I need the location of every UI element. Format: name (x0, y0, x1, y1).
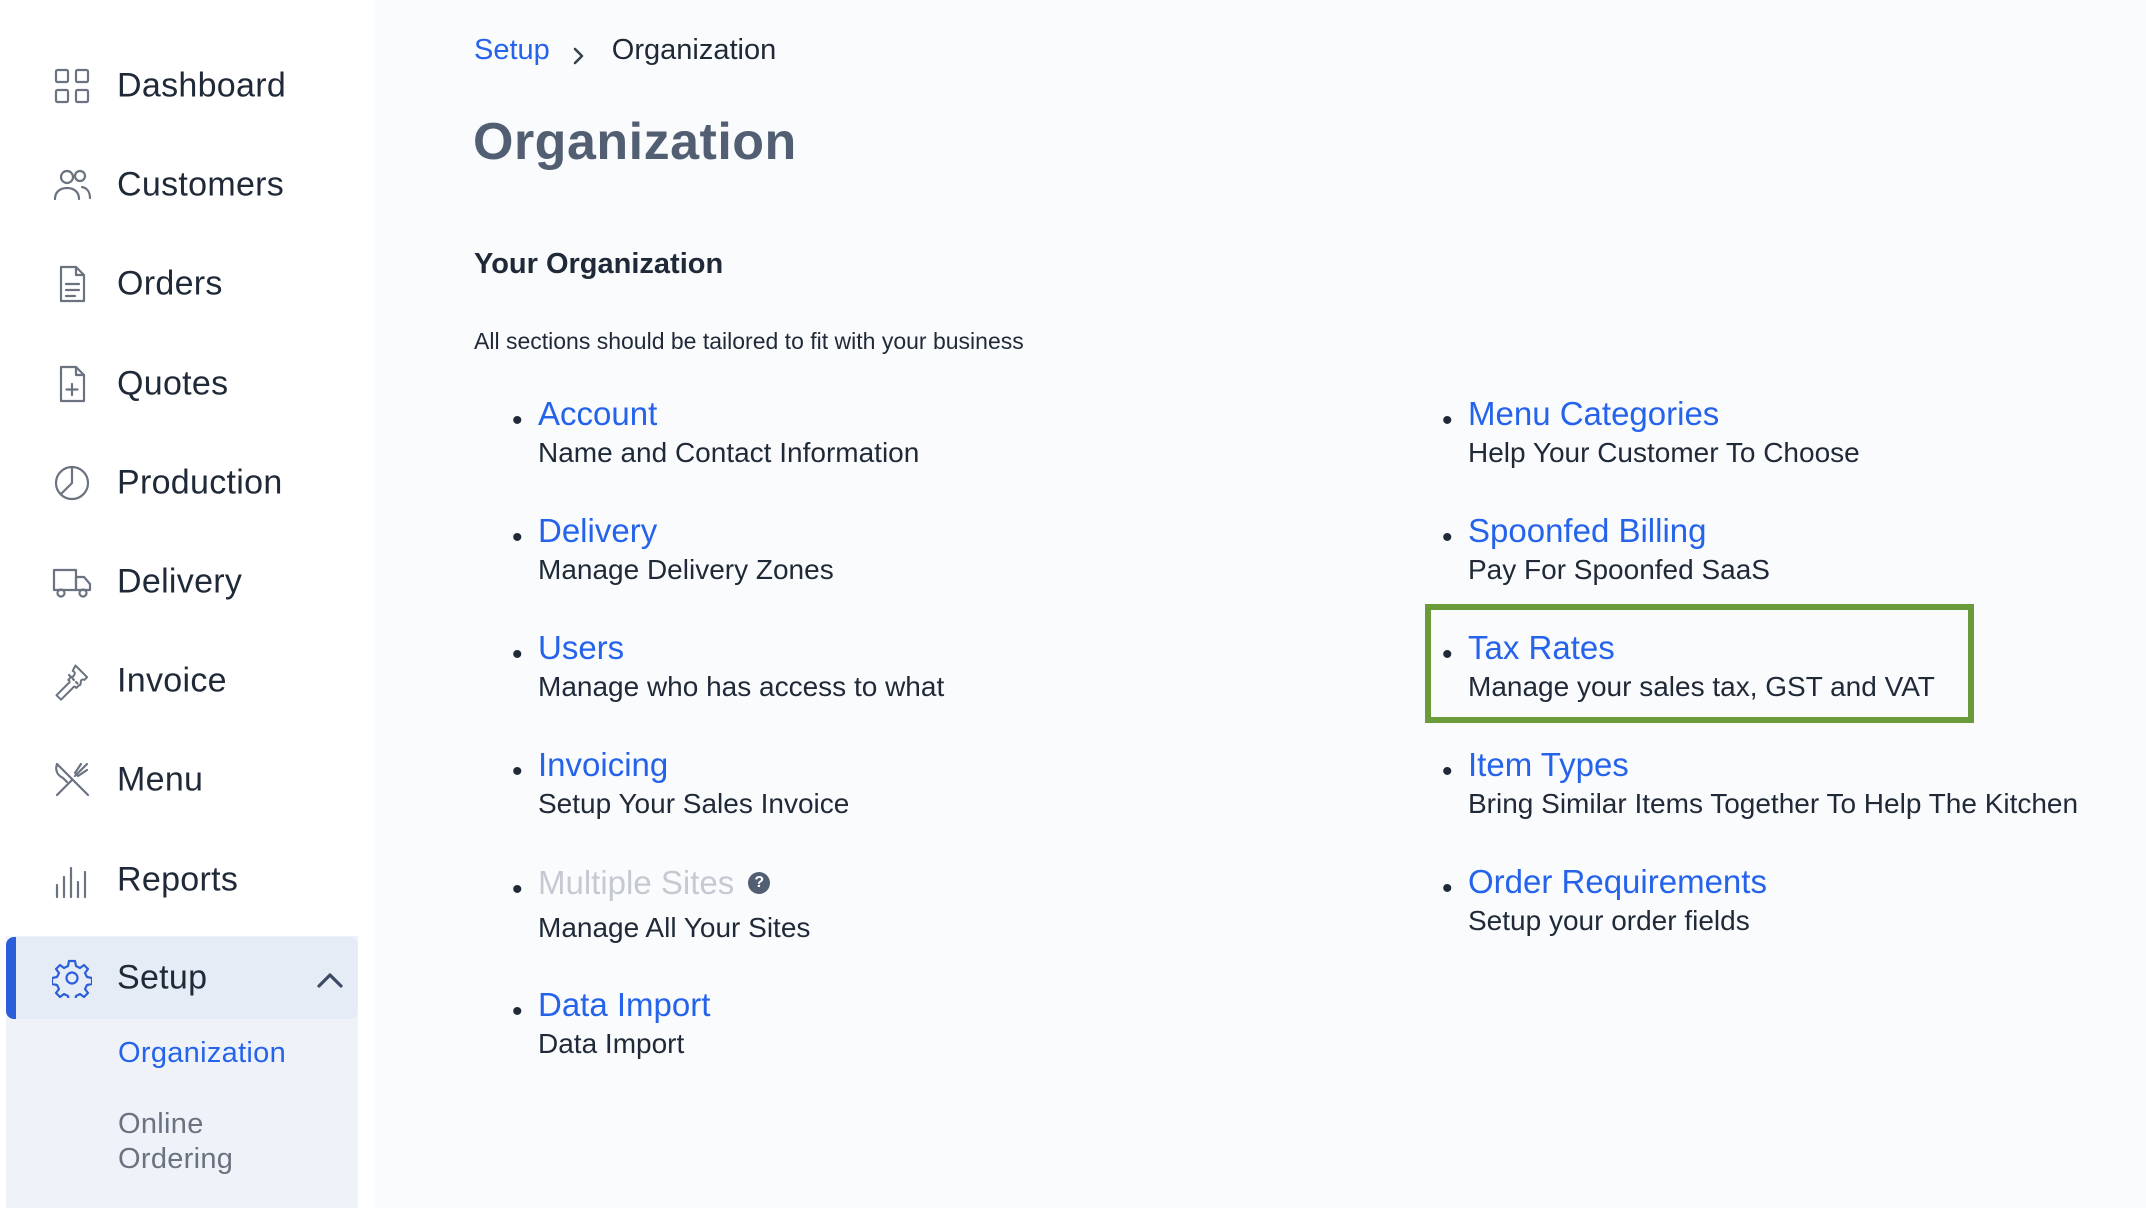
bullet: • (1442, 521, 1453, 554)
bullet: • (512, 873, 523, 906)
pie-chart-icon (52, 463, 92, 503)
spoonfed-billing-description: Pay For Spoonfed SaaS (1468, 554, 1770, 585)
delivery-link[interactable]: Delivery (538, 511, 834, 551)
sidebar-item-reports[interactable]: Reports (0, 840, 374, 920)
sidebar-item-dashboard[interactable]: Dashboard (0, 46, 374, 126)
sidebar-item-label: Menu (117, 760, 204, 799)
sidebar-item-label: Dashboard (117, 66, 287, 105)
sidebar-item-invoice[interactable]: Invoice (0, 641, 374, 721)
bullet: • (512, 521, 523, 554)
sidebar-item-label: Production (117, 463, 283, 502)
users-description: Manage who has access to what (538, 671, 945, 702)
sidebar-item-production[interactable]: Production (0, 443, 374, 523)
bullet: • (1442, 404, 1453, 437)
breadcrumb-link-setup[interactable]: Setup (474, 34, 550, 67)
sidebar-item-quotes[interactable]: Quotes (0, 344, 374, 424)
document-icon (52, 264, 92, 304)
gear-icon (52, 958, 92, 998)
utensils-icon (52, 760, 92, 800)
bar-chart-icon (52, 860, 92, 900)
chevron-right-icon (568, 41, 588, 64)
sidebar-item-label: Invoice (117, 661, 227, 700)
sidebar-item-label: Reports (117, 860, 239, 899)
sidebar-item-orders[interactable]: Orders (0, 244, 374, 324)
data-import-description: Data Import (538, 1028, 685, 1059)
breadcrumb: Setup Organization (474, 34, 776, 67)
sidebar-item-label: Quotes (117, 364, 229, 403)
page-title: Organization (473, 113, 797, 171)
highlight-box (1425, 604, 1974, 723)
account-link[interactable]: Account (538, 394, 919, 434)
dashboard-icon (52, 66, 92, 106)
list-item-order-requirements: • Order Requirements Setup your order fi… (1442, 862, 1767, 940)
item-types-link[interactable]: Item Types (1468, 745, 2078, 785)
multiple-sites-label: Multiple Sites (538, 864, 735, 901)
invoicing-link[interactable]: Invoicing (538, 745, 849, 785)
menu-categories-description: Help Your Customer To Choose (1468, 437, 1860, 468)
list-item-spoonfed-billing: • Spoonfed Billing Pay For Spoonfed SaaS (1442, 511, 1770, 589)
order-requirements-description: Setup your order fields (1468, 905, 1750, 936)
list-item-multiple-sites: • Multiple Sites? Manage All Your Sites (512, 863, 811, 947)
menu-categories-link[interactable]: Menu Categories (1468, 394, 1860, 434)
data-import-link[interactable]: Data Import (538, 985, 710, 1025)
list-item-data-import: • Data Import Data Import (512, 985, 710, 1063)
truck-icon (52, 562, 92, 602)
users-link[interactable]: Users (538, 628, 944, 668)
order-requirements-link[interactable]: Order Requirements (1468, 862, 1767, 902)
sidebar-item-label: Delivery (117, 562, 243, 601)
sidebar-subitem-organization[interactable]: Organization (118, 1037, 286, 1070)
item-types-description: Bring Similar Items Together To Help The… (1468, 788, 2079, 819)
account-description: Name and Contact Information (538, 437, 920, 468)
bullet: • (1442, 755, 1453, 788)
bullet: • (512, 755, 523, 788)
bullet: • (512, 638, 523, 671)
sidebar-item-delivery[interactable]: Delivery (0, 542, 374, 622)
sidebar-item-label: Orders (117, 264, 223, 303)
sidebar-item-customers[interactable]: Customers (0, 145, 374, 225)
bullet: • (1442, 872, 1453, 905)
ticket-icon (52, 661, 92, 701)
help-icon[interactable]: ? (748, 872, 771, 895)
users-icon (52, 165, 92, 205)
bullet: • (512, 404, 523, 437)
list-item-delivery: • Delivery Manage Delivery Zones (512, 511, 834, 589)
delivery-description: Manage Delivery Zones (538, 554, 834, 585)
spoonfed-billing-link[interactable]: Spoonfed Billing (1468, 511, 1770, 551)
multiple-sites-link: Multiple Sites? (538, 863, 810, 903)
sidebar: Dashboard Customers Orders Quotes Produc… (0, 0, 374, 1208)
list-item-menu-categories: • Menu Categories Help Your Customer To … (1442, 394, 1860, 472)
section-title: Your Organization (474, 248, 724, 280)
sidebar-item-label: Customers (117, 165, 285, 204)
breadcrumb-current: Organization (611, 34, 777, 66)
sidebar-item-menu[interactable]: Menu (0, 740, 374, 820)
bullet: • (512, 995, 523, 1028)
list-item-account: • Account Name and Contact Information (512, 394, 920, 472)
sidebar-item-label: Setup (117, 958, 208, 997)
sidebar-subitem-online-ordering[interactable]: Online Ordering (118, 1107, 258, 1177)
list-item-invoicing: • Invoicing Setup Your Sales Invoice (512, 745, 850, 823)
invoicing-description: Setup Your Sales Invoice (538, 788, 850, 819)
list-item-users: • Users Manage who has access to what (512, 628, 945, 706)
list-item-item-types: • Item Types Bring Similar Items Togethe… (1442, 745, 2079, 823)
chevron-up-icon[interactable] (312, 962, 348, 998)
section-description: All sections should be tailored to fit w… (474, 328, 1024, 354)
multiple-sites-description: Manage All Your Sites (538, 912, 811, 943)
document-plus-icon (52, 364, 92, 404)
